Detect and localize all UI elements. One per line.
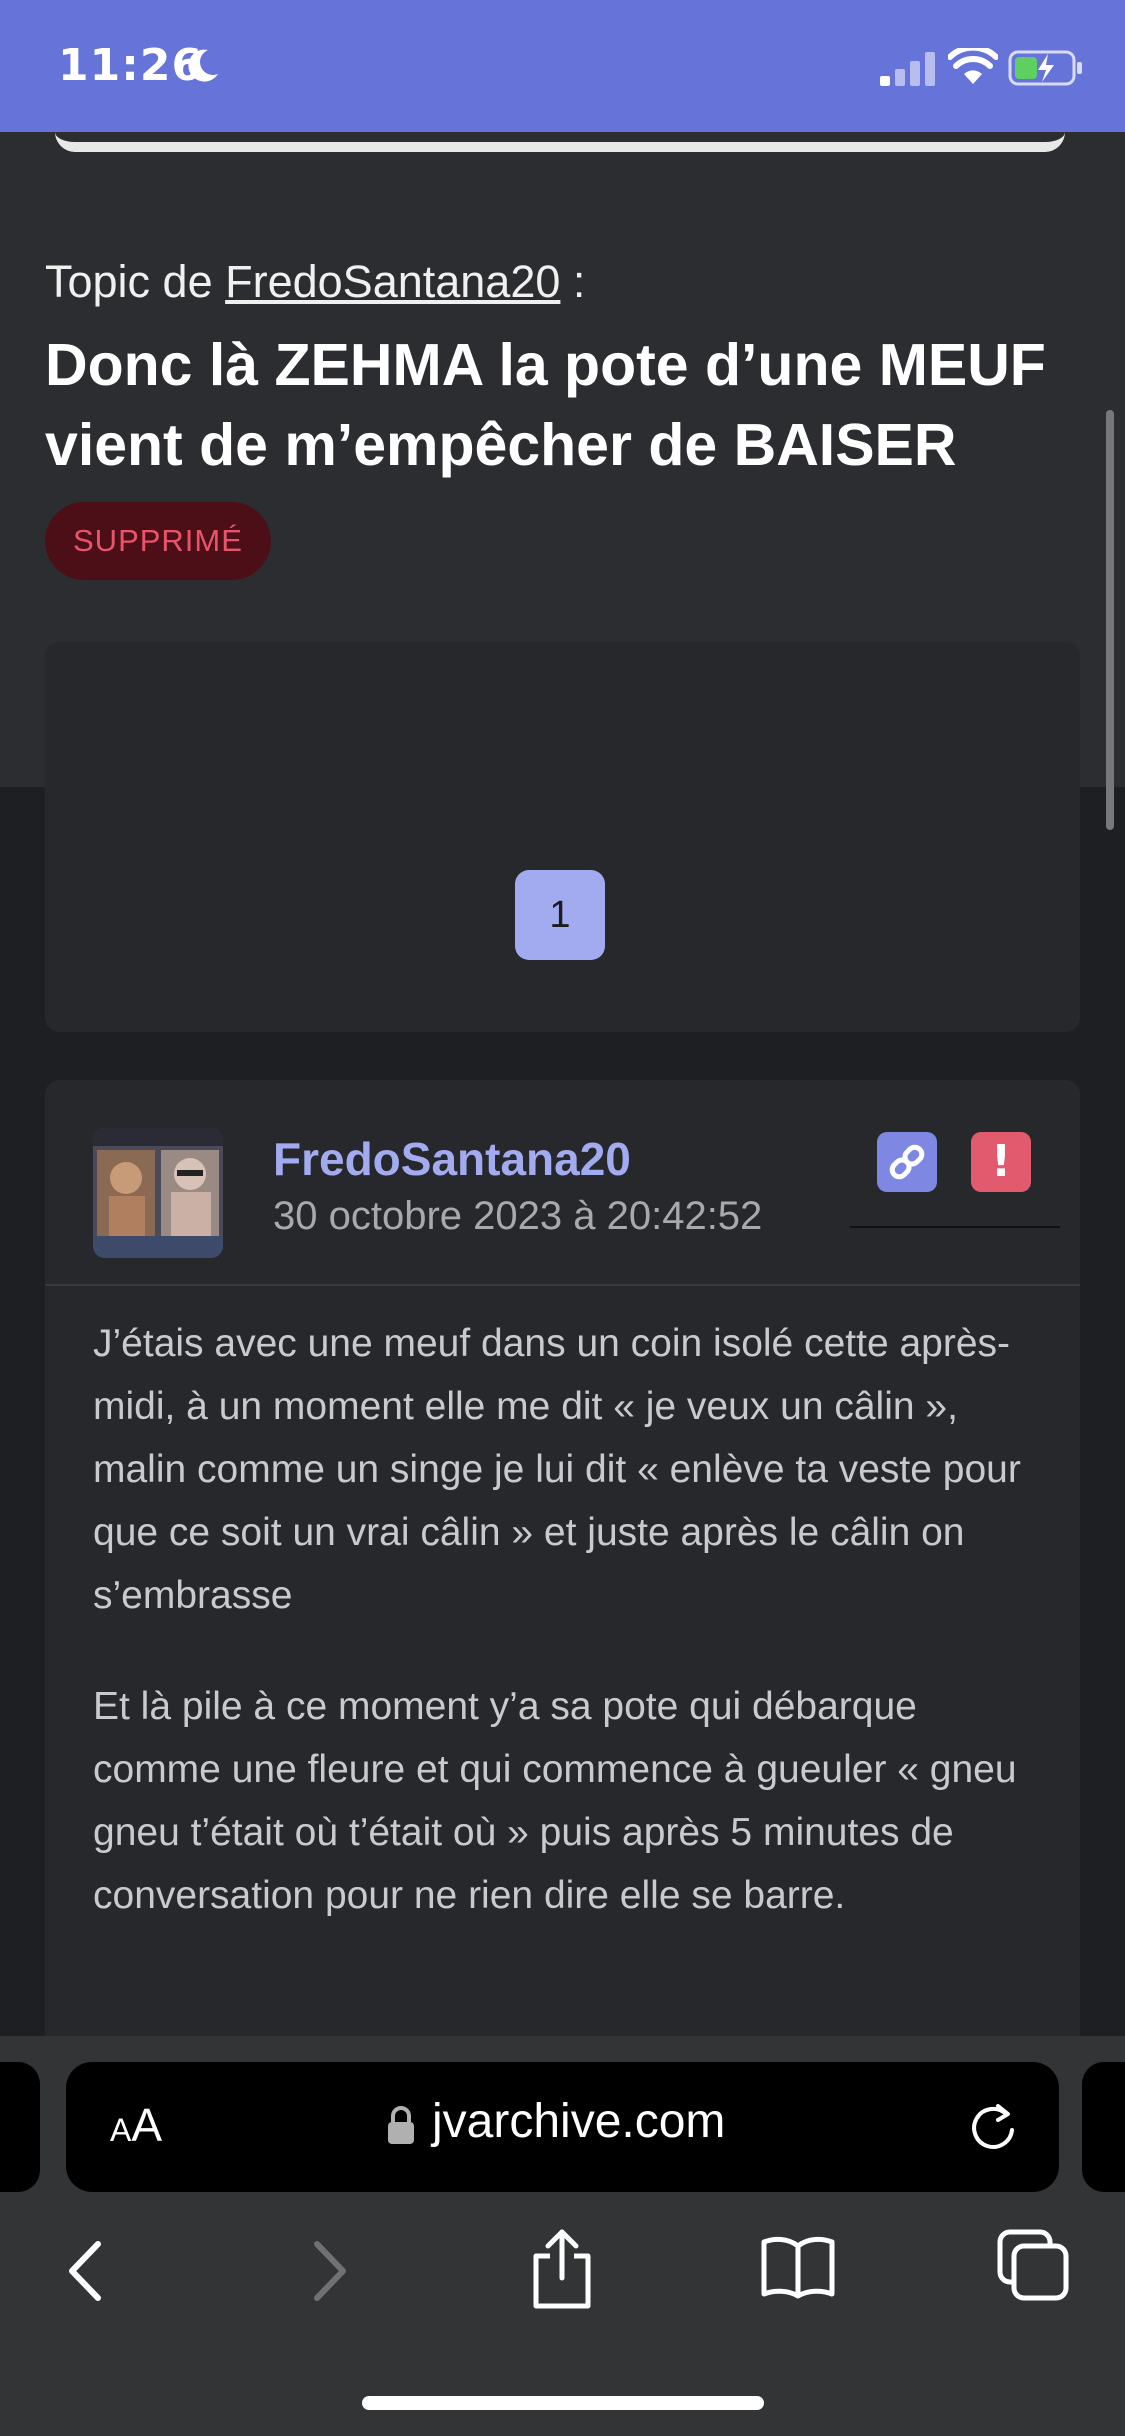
status-bar: 11:26: [0, 0, 1125, 132]
text-size-button[interactable]: AA: [110, 2098, 162, 2152]
message-divider: [45, 1284, 1080, 1286]
battery-charging-icon: [1008, 50, 1082, 86]
tabs-icon[interactable]: [996, 2228, 1070, 2302]
address-bar[interactable]: AA jvarchive.com: [66, 2062, 1059, 2192]
topic-byline: Topic de FredoSantana20 :: [45, 256, 585, 308]
topic-suffix: :: [560, 256, 586, 307]
scrollbar[interactable]: [1106, 410, 1114, 830]
link-icon: [889, 1144, 925, 1180]
status-badge: SUPPRIMÉ: [45, 502, 271, 580]
message-paragraph: Et là pile à ce moment y’a sa pote qui d…: [93, 1685, 1017, 1917]
page-button-current[interactable]: 1: [515, 870, 605, 960]
url-text[interactable]: jvarchive.com: [432, 2094, 725, 2149]
report-icon: !: [990, 1136, 1012, 1187]
message-author-link[interactable]: FredoSantana20: [273, 1132, 631, 1186]
wifi-icon: [948, 48, 998, 84]
message-card: FredoSantana20 30 octobre 2023 à 20:42:5…: [45, 1080, 1080, 2080]
previous-tab-preview[interactable]: [0, 2062, 40, 2192]
bookmarks-icon[interactable]: [760, 2234, 836, 2300]
share-icon[interactable]: [528, 2226, 596, 2310]
page-title: Donc là ZEHMA la pote d’une MEUF vient d…: [45, 332, 1046, 478]
moon-icon: [188, 49, 218, 82]
message-body: J’étais avec une meuf dans un coin isolé…: [93, 1312, 1053, 1975]
topic-author-link[interactable]: FredoSantana20: [225, 256, 560, 307]
signal-icon: [880, 52, 935, 86]
next-tab-preview[interactable]: [1082, 2062, 1125, 2192]
divider: [850, 1226, 1060, 1228]
permalink-button[interactable]: [877, 1132, 937, 1192]
topic-prefix-label: Topic de: [45, 256, 213, 307]
forward-icon[interactable]: [305, 2236, 355, 2306]
pagination-card: 1: [45, 642, 1080, 1032]
lock-icon: [388, 2106, 414, 2144]
back-icon[interactable]: [60, 2236, 110, 2306]
search-bar-edge: [55, 132, 1065, 152]
avatar-image: [93, 1128, 223, 1258]
message-paragraph: J’étais avec une meuf dans un coin isolé…: [93, 1322, 1021, 1617]
report-button[interactable]: !: [971, 1132, 1031, 1192]
avatar[interactable]: [93, 1128, 223, 1258]
reload-icon[interactable]: [966, 2100, 1020, 2154]
message-date: 30 octobre 2023 à 20:42:52: [273, 1194, 763, 1238]
home-indicator[interactable]: [362, 2396, 764, 2410]
